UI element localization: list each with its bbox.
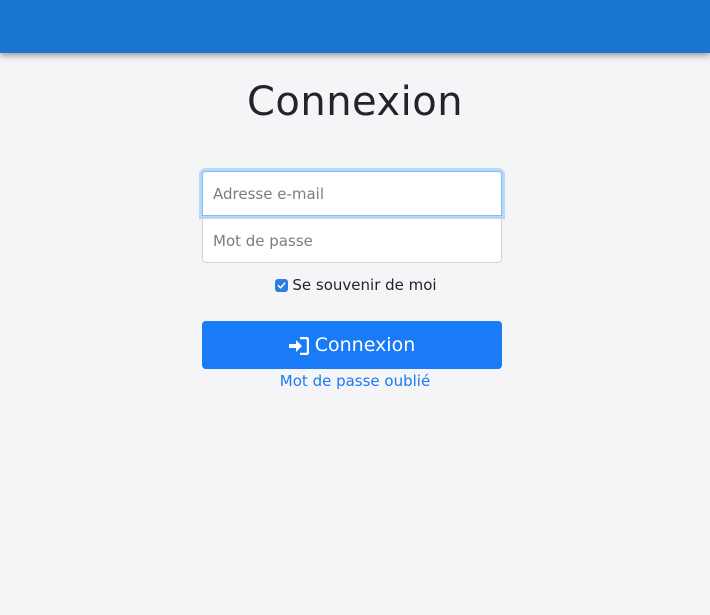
page-title: Connexion — [246, 79, 464, 125]
remember-me-checkbox[interactable] — [275, 278, 289, 292]
password-field[interactable] — [202, 218, 502, 263]
login-button[interactable]: Connexion — [202, 321, 502, 369]
forgot-password-row: Mot de passe oublié — [0, 371, 710, 391]
sign-in-icon — [288, 336, 309, 355]
login-button-label: Connexion — [314, 334, 416, 356]
checkmark-icon — [278, 281, 286, 289]
remember-me-row: Se souvenir de moi — [0, 275, 710, 295]
forgot-password-link[interactable]: Mot de passe oublié — [280, 372, 430, 390]
top-app-bar — [0, 0, 710, 53]
email-field[interactable] — [202, 171, 502, 216]
remember-me-label[interactable]: Se souvenir de moi — [292, 276, 436, 294]
